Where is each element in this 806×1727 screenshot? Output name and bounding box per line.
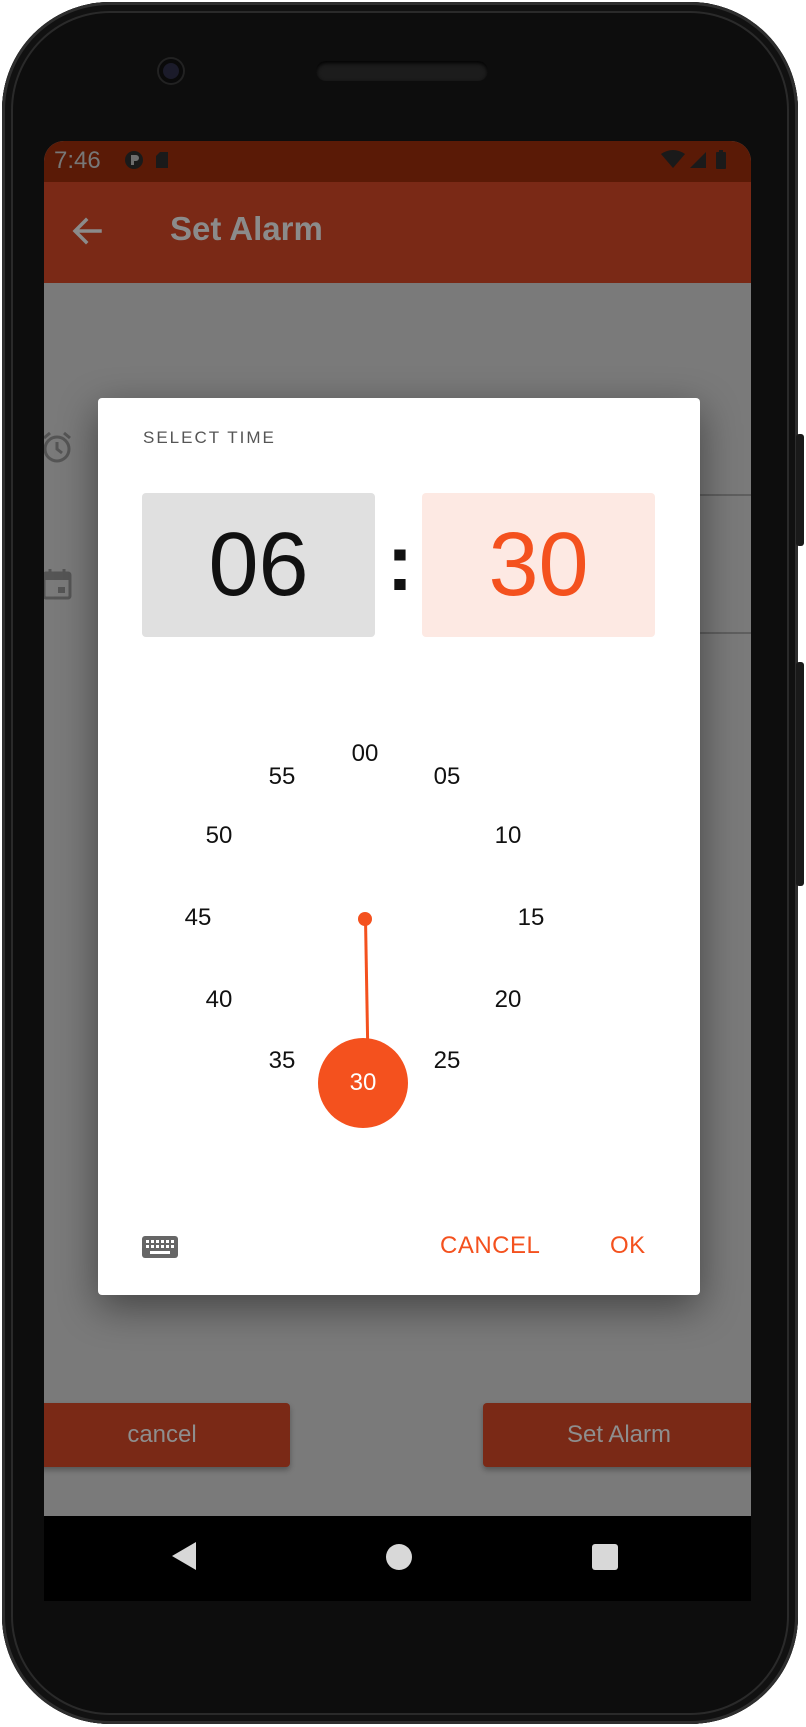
calendar-icon: [44, 569, 72, 600]
status-time: 7:46: [54, 147, 101, 174]
sd-card-icon: [156, 152, 168, 168]
nav-back-icon[interactable]: [172, 1542, 196, 1570]
power-button: [796, 434, 804, 546]
status-bar: 7:46: [44, 141, 751, 182]
clock-number[interactable]: 50: [189, 822, 249, 850]
clock-face[interactable]: 00 05 10 15 20 25 35 40 45 50 55 30: [98, 398, 700, 1295]
selected-minute-marker[interactable]: 30: [318, 1038, 408, 1128]
set-alarm-button[interactable]: Set Alarm: [483, 1403, 751, 1467]
clock-number[interactable]: 55: [252, 763, 312, 791]
clock-number[interactable]: 35: [252, 1047, 312, 1075]
clock-number[interactable]: 20: [478, 986, 538, 1014]
clock-number[interactable]: 15: [501, 904, 561, 932]
front-camera: [159, 59, 183, 83]
time-picker-dialog: SELECT TIME 06 : 30 00 05 10 15 20 25 35…: [98, 398, 700, 1295]
clock-number[interactable]: 45: [168, 904, 228, 932]
back-arrow-icon[interactable]: [70, 214, 104, 248]
clock-center-dot: [358, 912, 372, 926]
clock-number[interactable]: 25: [417, 1047, 477, 1075]
keyboard-icon[interactable]: [141, 1233, 179, 1261]
clock-number[interactable]: 05: [417, 763, 477, 791]
navigation-bar: [44, 1516, 751, 1601]
clock-number[interactable]: 40: [189, 986, 249, 1014]
nav-home-icon[interactable]: [386, 1544, 412, 1570]
dialog-ok-button[interactable]: OK: [610, 1232, 646, 1260]
battery-icon: [716, 150, 726, 169]
clock-number[interactable]: 00: [335, 740, 395, 768]
notification-icon: [125, 151, 143, 169]
dialog-cancel-button[interactable]: CANCEL: [440, 1232, 540, 1260]
cancel-button[interactable]: cancel: [44, 1403, 290, 1467]
volume-button: [796, 662, 804, 886]
signal-icon: [690, 152, 706, 168]
clock-number[interactable]: 10: [478, 822, 538, 850]
earpiece-speaker: [316, 61, 488, 81]
nav-recents-icon[interactable]: [592, 1544, 618, 1570]
wifi-icon: [661, 150, 685, 168]
page-title: Set Alarm: [170, 210, 323, 247]
app-bar: Set Alarm: [44, 182, 751, 283]
alarm-clock-icon: [44, 431, 71, 463]
